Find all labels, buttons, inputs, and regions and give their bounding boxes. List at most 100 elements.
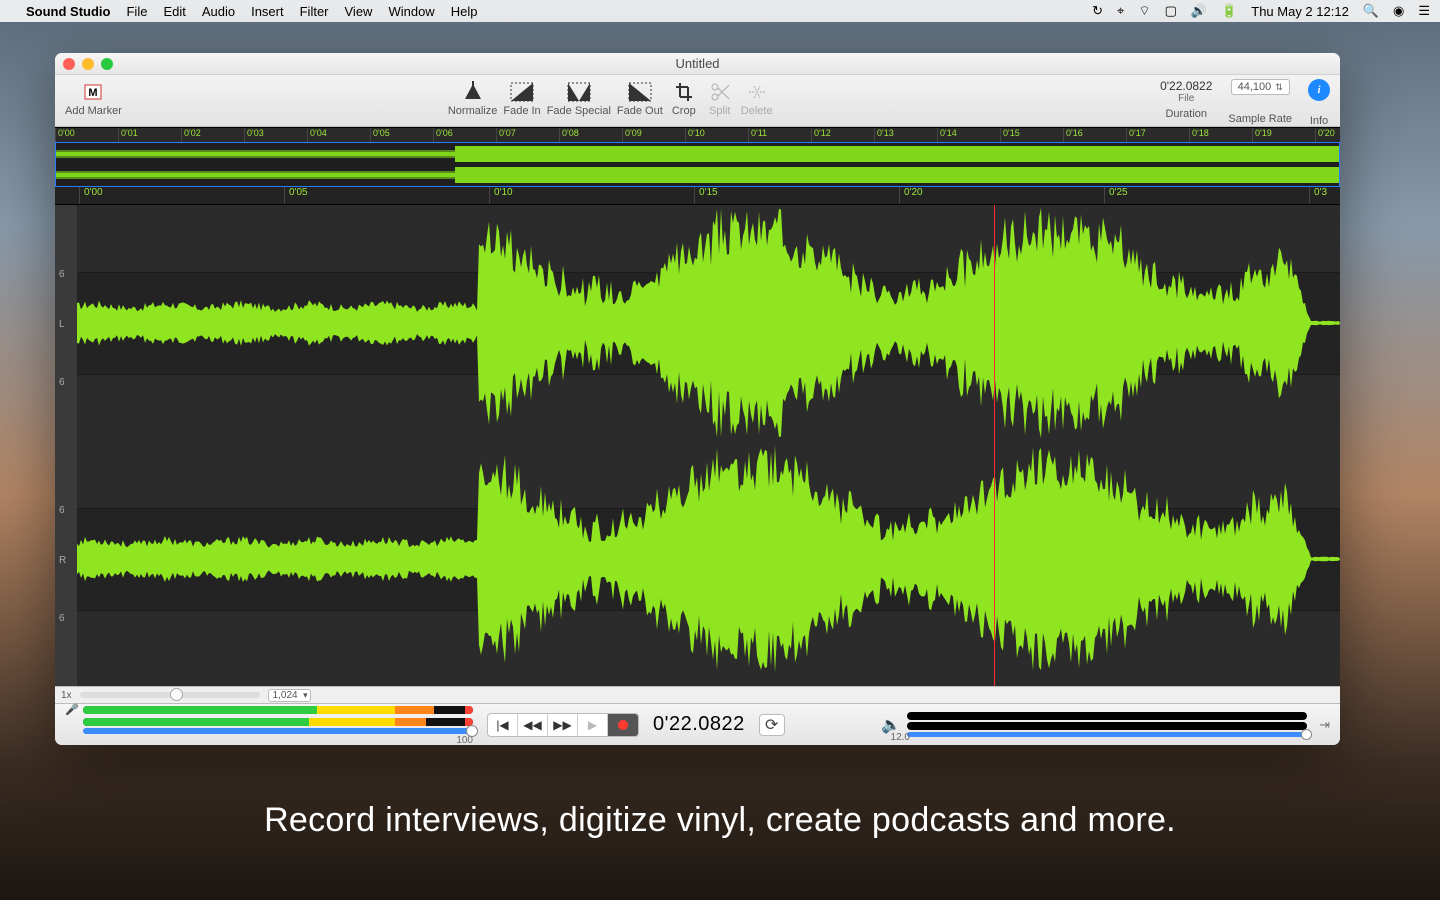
wifi-icon[interactable]: ⌔ — [1138, 3, 1150, 19]
info-icon: i — [1308, 79, 1330, 101]
output-level-label: 12.0 — [891, 732, 910, 743]
toolbar: M Add Marker Normalize Fade In Fade Spec… — [55, 75, 1340, 127]
ruler-tick: 0'10 — [489, 187, 694, 204]
notification-center-icon[interactable]: ☰ — [1418, 3, 1430, 19]
channel-left-label: L — [59, 319, 65, 330]
window-close-button[interactable] — [63, 58, 75, 70]
delete-label: Delete — [741, 105, 773, 117]
crop-button[interactable]: Crop — [669, 79, 699, 117]
ruler-tick: 0'25 — [1104, 187, 1309, 204]
transport-buttons: |◀ ◀◀ ▶▶ ▶ — [487, 713, 639, 737]
normalize-button[interactable]: Normalize — [448, 79, 498, 117]
record-button[interactable] — [608, 714, 638, 736]
ov-tick: 0'06 — [433, 128, 496, 142]
app-window: Untitled M Add Marker Normalize Fade In — [55, 53, 1340, 745]
fade-in-icon — [507, 79, 537, 105]
menu-filter[interactable]: Filter — [300, 4, 329, 19]
window-zoom-button[interactable] — [101, 58, 113, 70]
output-section — [907, 712, 1307, 737]
menu-file[interactable]: File — [126, 4, 147, 19]
airplay-icon[interactable]: ▢ — [1165, 3, 1177, 19]
ov-tick: 0'01 — [118, 128, 181, 142]
ruler-tick: 0'00 — [79, 187, 284, 204]
menubar-datetime[interactable]: Thu May 2 12:12 — [1251, 4, 1349, 19]
fade-special-button[interactable]: Fade Special — [547, 79, 611, 117]
output-meter-r — [907, 722, 1307, 730]
ov-tick: 0'19 — [1252, 128, 1315, 142]
add-marker-button[interactable]: M Add Marker — [65, 79, 122, 117]
sample-rate-control[interactable]: 44,100 ⇅ Sample Rate — [1228, 79, 1292, 125]
ov-tick: 0'03 — [244, 128, 307, 142]
forward-button[interactable]: ▶▶ — [548, 714, 578, 736]
transport-bar: 🎤 100 |◀ ◀◀ ▶▶ ▶ — [55, 703, 1340, 745]
ov-tick: 0'17 — [1126, 128, 1189, 142]
menu-edit[interactable]: Edit — [163, 4, 185, 19]
app-menu[interactable]: Sound Studio — [26, 4, 110, 19]
output-jack-icon[interactable]: ⇥ — [1319, 717, 1330, 733]
menu-help[interactable]: Help — [451, 4, 478, 19]
battery-icon[interactable]: 🔋 — [1221, 3, 1237, 19]
fade-special-icon — [564, 79, 594, 105]
split-icon — [705, 79, 735, 105]
info-button[interactable]: i Info — [1308, 79, 1330, 127]
menu-view[interactable]: View — [345, 4, 373, 19]
add-marker-label: Add Marker — [65, 105, 122, 117]
sample-rate-value: 44,100 — [1238, 81, 1272, 93]
window-title: Untitled — [675, 56, 719, 71]
ruler-tick: 0'3 — [1309, 187, 1340, 204]
ov-tick: 0'04 — [307, 128, 370, 142]
ov-tick: 0'18 — [1189, 128, 1252, 142]
fade-in-button[interactable]: Fade In — [503, 79, 540, 117]
input-gain-slider[interactable] — [83, 728, 473, 734]
ov-tick: 0'10 — [685, 128, 748, 142]
ov-tick: 0'13 — [874, 128, 937, 142]
record-icon — [618, 720, 628, 730]
menu-insert[interactable]: Insert — [251, 4, 284, 19]
sample-rate-label: Sample Rate — [1228, 113, 1292, 125]
overview-ruler[interactable]: 0'00 0'01 0'02 0'03 0'04 0'05 0'06 0'07 … — [55, 128, 1340, 142]
split-button[interactable]: Split — [705, 79, 735, 117]
window-minimize-button[interactable] — [82, 58, 94, 70]
menu-window[interactable]: Window — [388, 4, 434, 19]
delete-button[interactable]: Delete — [741, 79, 773, 117]
fade-out-button[interactable]: Fade Out — [617, 79, 663, 117]
ruler-tick: 0'20 — [899, 187, 1104, 204]
channel-gutter: 6 L 6 6 R 6 — [55, 205, 77, 686]
spotlight-icon[interactable]: 🔍 — [1363, 3, 1379, 19]
play-button[interactable]: ▶ — [578, 714, 608, 736]
rewind-button[interactable]: ◀◀ — [518, 714, 548, 736]
playhead[interactable] — [994, 205, 995, 686]
db-mark: 6 — [59, 377, 65, 388]
overview-strip[interactable]: 0'00 0'01 0'02 0'03 0'04 0'05 0'06 0'07 … — [55, 127, 1340, 187]
delete-icon — [742, 79, 772, 105]
input-meters: 🎤 — [65, 703, 473, 734]
duration-readout: 0'22.0822 File Duration — [1160, 79, 1212, 120]
go-to-start-button[interactable]: |◀ — [488, 714, 518, 736]
timecode-display: 0'22.0822 — [653, 713, 745, 736]
zoom-slider-knob[interactable] — [170, 688, 183, 701]
duration-label: Duration — [1165, 108, 1207, 120]
menu-audio[interactable]: Audio — [202, 4, 235, 19]
sample-rate-select[interactable]: 44,100 ⇅ — [1231, 79, 1290, 95]
duration-value: 0'22.0822 — [1160, 79, 1212, 93]
ov-tick: 0'15 — [1000, 128, 1063, 142]
channel-right[interactable] — [77, 443, 1340, 675]
split-label: Split — [709, 105, 730, 117]
zoom-value-select[interactable]: 1,024 — [268, 689, 311, 702]
svg-text:M: M — [89, 87, 98, 99]
fade-in-label: Fade In — [503, 105, 540, 117]
volume-icon[interactable]: 🔊 — [1191, 3, 1207, 19]
fade-out-icon — [625, 79, 655, 105]
output-volume-slider[interactable] — [907, 732, 1307, 737]
overview-waveform-right — [55, 166, 1340, 184]
waveform-area[interactable]: 6 L 6 6 R 6 — [55, 205, 1340, 686]
window-titlebar[interactable]: Untitled — [55, 53, 1340, 75]
main-ruler[interactable]: 0'00 0'05 0'10 0'15 0'20 0'25 0'3 — [55, 187, 1340, 205]
loop-button[interactable]: ⟳ — [759, 714, 785, 736]
timemachine-icon[interactable]: ↻ — [1092, 3, 1103, 19]
bluetooth-icon[interactable]: ⌖ — [1117, 3, 1124, 19]
siri-icon[interactable]: ◉ — [1393, 3, 1404, 19]
zoom-slider[interactable] — [80, 692, 260, 698]
channel-left[interactable] — [77, 207, 1340, 439]
info-label: Info — [1310, 115, 1328, 127]
